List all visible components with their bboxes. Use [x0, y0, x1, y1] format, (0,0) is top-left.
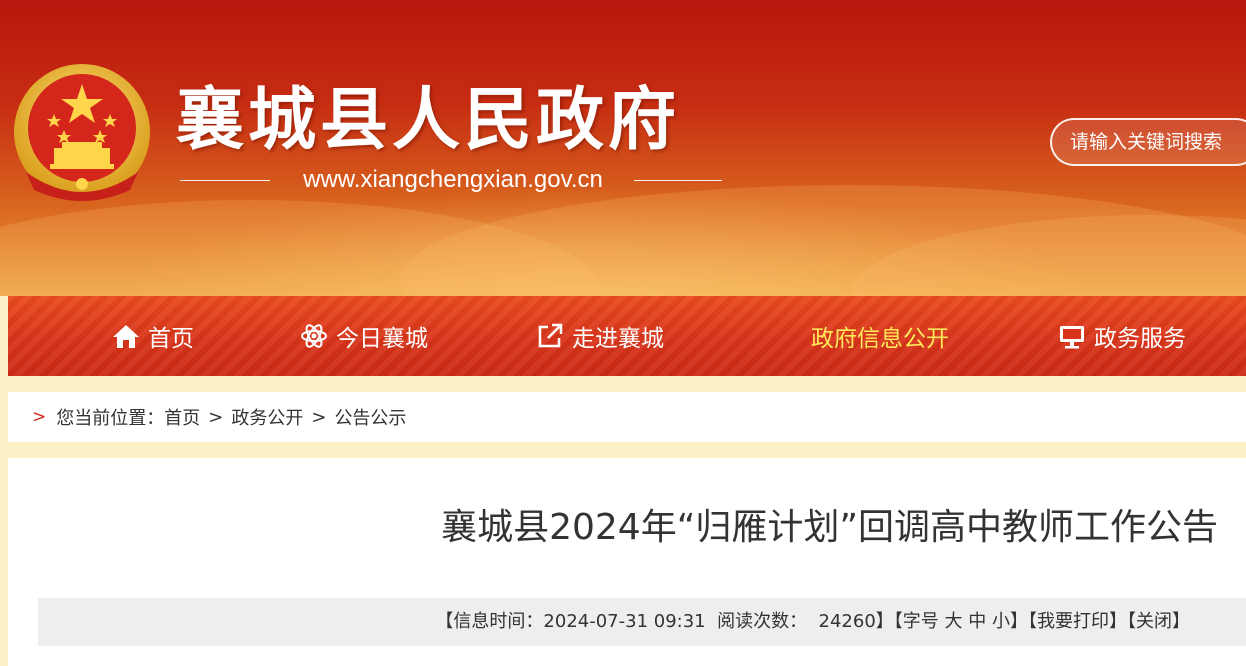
meta-views-label: 阅读次数：: [717, 611, 808, 632]
breadcrumb-arrow-icon: >: [32, 407, 47, 427]
divider: [180, 180, 270, 181]
font-size-medium-button[interactable]: 中: [968, 611, 986, 632]
atom-icon: [301, 324, 327, 348]
main-nav: 首页 今日襄城 走进襄城 政府信息公开 政务服务: [8, 296, 1246, 376]
meta-time-value: 2024-07-31 09:31: [543, 611, 706, 632]
meta-views-value: 24260: [818, 611, 876, 632]
meta-time-label: 【信息时间：: [435, 611, 544, 632]
article-meta-bar: 【信息时间：2024-07-31 09:31 阅读次数： 24260】【字号 大…: [38, 598, 1246, 646]
nav-item-services[interactable]: 政务服务: [1058, 296, 1186, 376]
article-title: 襄城县2024年“归雁计划”回调高中教师工作公告: [441, 507, 1218, 548]
site-title: 襄城县人民政府: [176, 80, 681, 160]
nav-item-today[interactable]: 今日襄城: [300, 296, 428, 376]
search-input[interactable]: 请输入关键词搜索: [1050, 118, 1246, 166]
nav-item-about[interactable]: 走进襄城: [536, 296, 664, 376]
breadcrumb-separator: >: [208, 406, 224, 428]
close-button[interactable]: 【关闭】: [1127, 611, 1190, 632]
external-link-icon: [538, 323, 563, 348]
nav-item-label: 今日襄城: [336, 326, 428, 352]
font-size-close: 】: [1010, 611, 1028, 632]
site-header: 襄城县人民政府 www.xiangchengxian.gov.cn 请输入关键词…: [0, 0, 1246, 296]
font-size-small-button[interactable]: 小: [992, 611, 1010, 632]
breadcrumb: > 您当前位置： 首页 > 政务公开 > 公告公示: [8, 392, 1246, 442]
nav-item-label: 政府信息公开: [811, 326, 949, 352]
breadcrumb-link[interactable]: 首页: [164, 404, 200, 430]
home-icon: [113, 325, 139, 348]
nav-item-label: 走进襄城: [572, 326, 664, 352]
print-button[interactable]: 【我要打印】: [1028, 611, 1127, 632]
breadcrumb-prefix: 您当前位置：: [56, 408, 165, 429]
nav-item-label: 政务服务: [1094, 326, 1186, 352]
nav-item-home[interactable]: 首页: [112, 296, 194, 376]
site-url: www.xiangchengxian.gov.cn: [303, 166, 603, 193]
national-emblem-icon: [14, 64, 150, 201]
font-size-large-button[interactable]: 大: [945, 611, 963, 632]
breadcrumb-link[interactable]: 公告公示: [334, 404, 406, 430]
font-size-label: 【字号: [893, 611, 939, 632]
nav-item-gov-info[interactable]: 政府信息公开: [811, 296, 949, 376]
monitor-icon: [1060, 326, 1084, 349]
breadcrumb-separator: >: [311, 406, 327, 428]
divider: [634, 180, 722, 181]
nav-item-label: 首页: [148, 326, 194, 352]
breadcrumb-link[interactable]: 政务公开: [231, 404, 303, 430]
article-container: 襄城县2024年“归雁计划”回调高中教师工作公告 【信息时间：2024-07-3…: [8, 458, 1246, 666]
meta-views-close: 】: [875, 611, 894, 632]
